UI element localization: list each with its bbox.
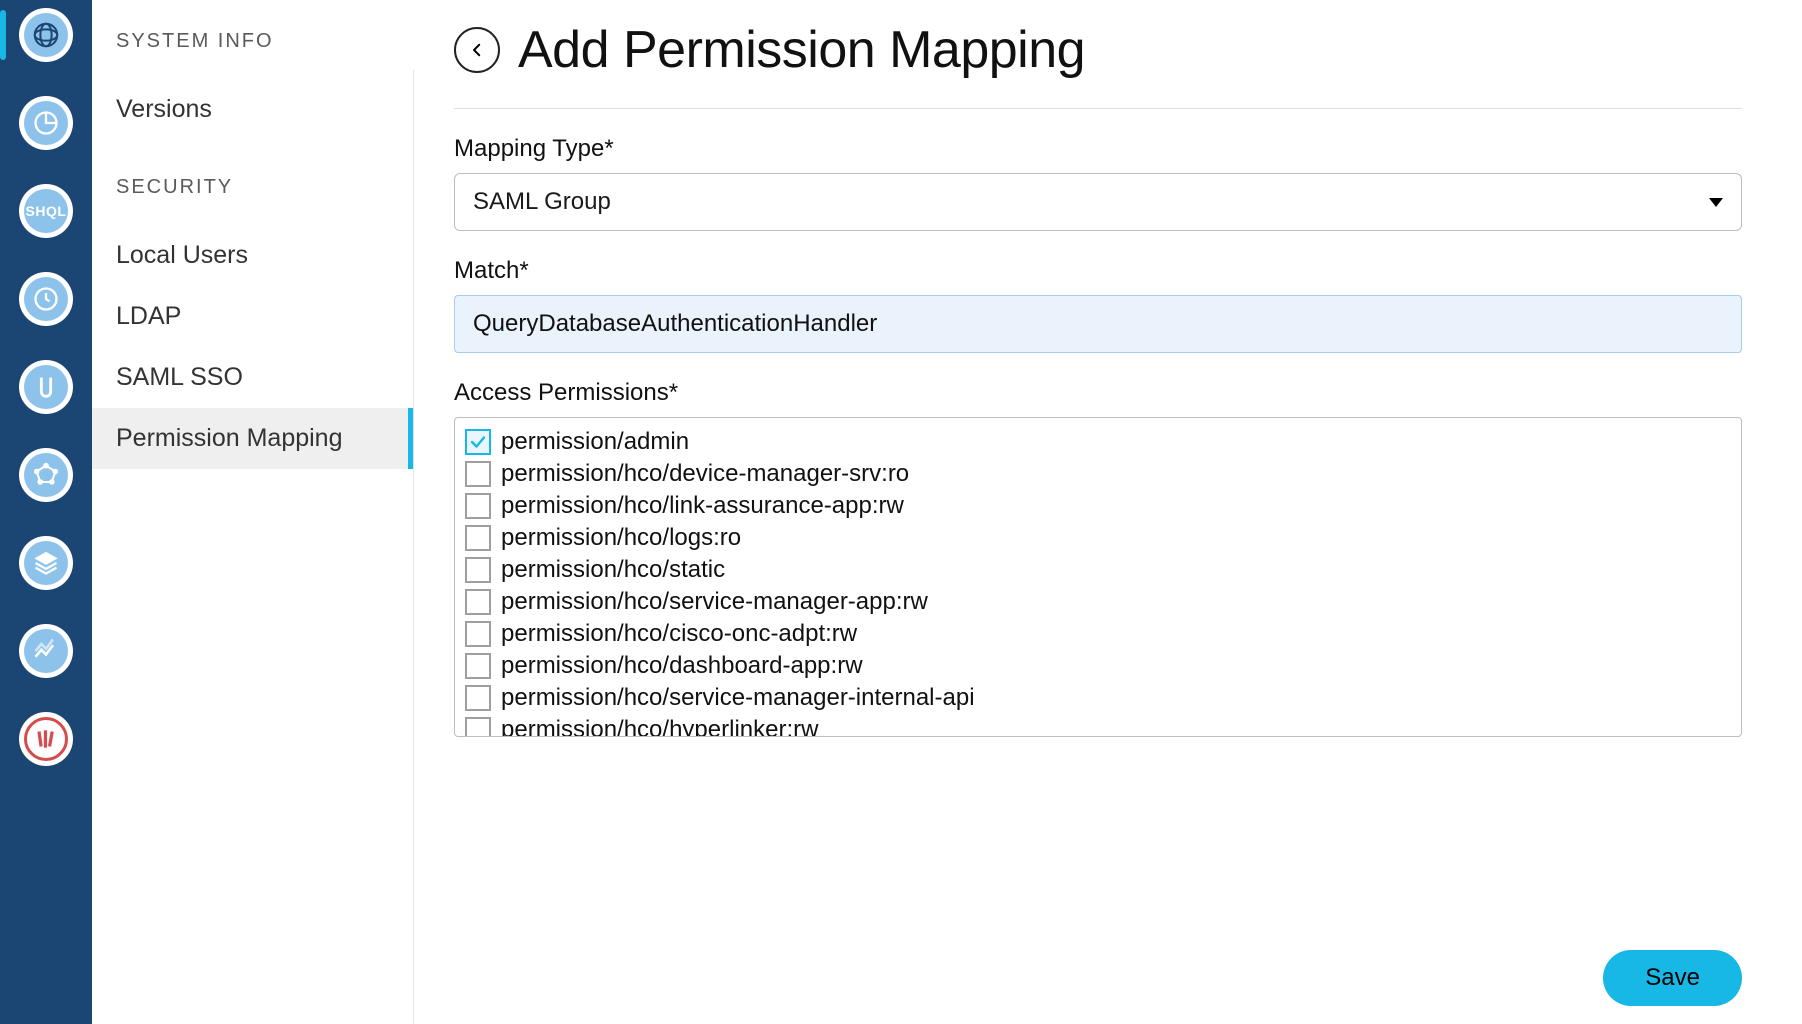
rail-item-link[interactable] xyxy=(19,360,73,414)
sidebar-item-ldap[interactable]: LDAP xyxy=(92,286,414,347)
permission-checkbox[interactable] xyxy=(465,557,491,583)
rail-item-analytics[interactable] xyxy=(19,624,73,678)
rail-item-shql[interactable]: SHQL xyxy=(19,184,73,238)
rail-item-globe[interactable] xyxy=(19,8,73,62)
globe-icon xyxy=(24,13,68,57)
permission-label: permission/hco/hyperlinker:rw xyxy=(501,716,818,737)
permission-row: permission/hco/service-manager-internal-… xyxy=(465,682,1731,714)
sidebar-item-versions[interactable]: Versions xyxy=(92,79,414,140)
sidebar-item-saml-sso[interactable]: SAML SSO xyxy=(92,347,414,408)
permission-label: permission/hco/link-assurance-app:rw xyxy=(501,492,904,520)
nav-rail: SHQL xyxy=(0,0,92,1024)
permission-checkbox[interactable] xyxy=(465,589,491,615)
permission-row: permission/hco/logs:ro xyxy=(465,522,1731,554)
permission-row: permission/hco/link-assurance-app:rw xyxy=(465,490,1731,522)
rail-item-pie[interactable] xyxy=(19,96,73,150)
sidebar-item-permission-mapping[interactable]: Permission Mapping xyxy=(92,408,414,469)
permission-row: permission/admin xyxy=(465,426,1731,458)
permission-label: permission/hco/static xyxy=(501,556,725,584)
page-header: Add Permission Mapping xyxy=(454,20,1742,109)
caret-down-icon xyxy=(1709,198,1723,207)
permission-label: permission/hco/cisco-onc-adpt:rw xyxy=(501,620,857,648)
analytics-icon xyxy=(24,629,68,673)
permission-row: permission/hco/service-manager-app:rw xyxy=(465,586,1731,618)
rail-item-clock[interactable] xyxy=(19,272,73,326)
permission-label: permission/hco/device-manager-srv:ro xyxy=(501,460,909,488)
link-icon xyxy=(24,365,68,409)
save-button[interactable]: Save xyxy=(1603,950,1742,1006)
permission-label: permission/hco/service-manager-app:rw xyxy=(501,588,928,616)
permissions-list: permission/admin permission/hco/device-ma… xyxy=(454,417,1742,737)
mapping-type-label: Mapping Type* xyxy=(454,135,1742,163)
topology-icon xyxy=(24,453,68,497)
permission-checkbox[interactable] xyxy=(465,653,491,679)
permission-checkbox[interactable] xyxy=(465,717,491,737)
library-icon xyxy=(24,717,68,761)
access-permissions-label: Access Permissions* xyxy=(454,379,1742,407)
chevron-left-icon xyxy=(468,41,486,59)
sidebar-item-local-users[interactable]: Local Users xyxy=(92,225,414,286)
permission-row: permission/hco/dashboard-app:rw xyxy=(465,650,1731,682)
permission-row: permission/hco/device-manager-srv:ro xyxy=(465,458,1731,490)
shql-icon: SHQL xyxy=(24,189,68,233)
permission-checkbox[interactable] xyxy=(465,621,491,647)
permission-checkbox[interactable] xyxy=(465,429,491,455)
pie-icon xyxy=(24,101,68,145)
rail-item-library[interactable] xyxy=(19,712,73,766)
permission-checkbox[interactable] xyxy=(465,525,491,551)
permission-checkbox[interactable] xyxy=(465,685,491,711)
clock-icon xyxy=(24,277,68,321)
mapping-type-value: SAML Group xyxy=(473,188,611,216)
permission-label: permission/hco/service-manager-internal-… xyxy=(501,684,975,712)
back-button[interactable] xyxy=(454,27,500,73)
permission-label: permission/hco/dashboard-app:rw xyxy=(501,652,863,680)
permission-label: permission/hco/logs:ro xyxy=(501,524,741,552)
page-title: Add Permission Mapping xyxy=(518,20,1085,80)
rail-item-topology[interactable] xyxy=(19,448,73,502)
permission-label: permission/admin xyxy=(501,428,689,456)
match-label: Match* xyxy=(454,257,1742,285)
layers-icon xyxy=(24,541,68,585)
permission-checkbox[interactable] xyxy=(465,493,491,519)
sidebar-header-security: SECURITY xyxy=(92,170,414,225)
match-input[interactable] xyxy=(454,295,1742,353)
sidebar-header-system-info: SYSTEM INFO xyxy=(92,24,414,79)
permission-row: permission/hco/cisco-onc-adpt:rw xyxy=(465,618,1731,650)
main-content: Add Permission Mapping Mapping Type* SAM… xyxy=(414,0,1802,1024)
permission-checkbox[interactable] xyxy=(465,461,491,487)
permission-row: permission/hco/static xyxy=(465,554,1731,586)
rail-item-layers[interactable] xyxy=(19,536,73,590)
permission-row: permission/hco/hyperlinker:rw xyxy=(465,714,1731,737)
settings-sidebar: SYSTEM INFO Versions SECURITY Local User… xyxy=(92,0,414,1024)
mapping-type-select[interactable]: SAML Group xyxy=(454,173,1742,231)
